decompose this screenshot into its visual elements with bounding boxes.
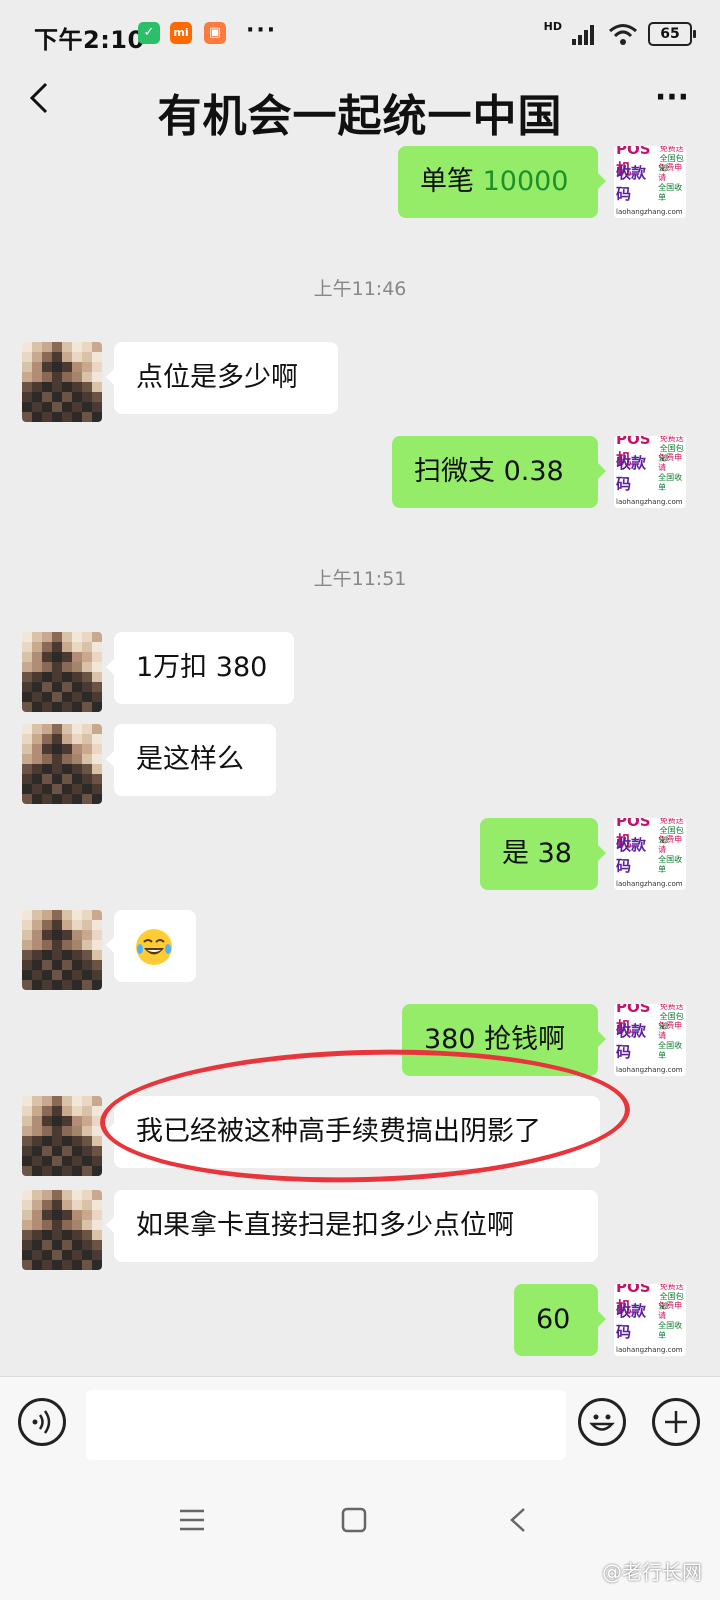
menu-icon[interactable] [178, 1508, 206, 1532]
message-text: 是这样么 [136, 744, 244, 775]
message-bubble-out[interactable]: 单笔 10000 [398, 146, 606, 218]
emoji-icon[interactable] [578, 1398, 626, 1446]
message-text: 是 38 [502, 838, 572, 869]
shop-icon: ▣ [204, 22, 226, 44]
contact-avatar[interactable] [22, 910, 102, 990]
plus-icon[interactable] [652, 1398, 700, 1446]
ad-url: laohangzhang.com [616, 1346, 683, 1354]
my-avatar[interactable]: POS机 免费送 全国包邮 收款码 免费申请 全国收单 laohangzhang.com [614, 1004, 686, 1076]
contact-avatar[interactable] [22, 632, 102, 712]
ad-url: laohangzhang.com [616, 1066, 683, 1074]
status-time: 下午2:10 [34, 26, 145, 54]
message-bubble-in[interactable]: 点位是多少啊 [106, 342, 338, 414]
ad-line2: 收款码 [616, 836, 647, 875]
contact-avatar[interactable] [22, 1190, 102, 1270]
message-text: 60 [536, 1304, 571, 1335]
message-bubble-in[interactable]: 如果拿卡直接扫是扣多少点位啊 [106, 1190, 598, 1262]
my-avatar[interactable]: POS机 免费送 全国包邮 收款码 免费申请 全国收单 laohangzhang.com [614, 436, 686, 508]
contact-avatar[interactable] [22, 724, 102, 804]
mi-icon: mi [170, 22, 192, 44]
home-icon[interactable] [340, 1506, 368, 1534]
my-avatar[interactable]: POS机 免费送 全国包邮 收款码 免费申请 全国收单 laohangzhang.com [614, 146, 686, 218]
ad-line2: 收款码 [616, 1022, 647, 1061]
timestamp: 上午11:51 [313, 568, 407, 590]
ad-url: laohangzhang.com [616, 498, 683, 506]
ad-line2-side: 免费申请 全国收单 [658, 163, 683, 202]
ad-line2: 收款码 [616, 164, 647, 203]
ad-line2: 收款码 [616, 1302, 647, 1341]
nav-back-icon[interactable] [506, 1506, 530, 1534]
timestamp: 上午11:46 [313, 278, 407, 300]
wifi-icon [609, 24, 637, 45]
shield-icon: ✓ [138, 22, 160, 44]
message-text: 如果拿卡直接扫是扣多少点位啊 [136, 1210, 514, 1241]
signal-icon [572, 25, 594, 45]
chat-title: 有机会一起统一中国 [157, 91, 563, 142]
my-avatar[interactable]: POS机 免费送 全国包邮 收款码 免费申请 全国收单 laohangzhang.com [614, 1284, 686, 1356]
message-number: 10000 [482, 166, 569, 197]
watermark: @老行长网 [602, 1560, 702, 1584]
laughing-tears-emoji-icon [136, 928, 172, 965]
my-avatar[interactable]: POS机 免费送 全国包邮 收款码 免费申请 全国收单 laohangzhang.com [614, 818, 686, 890]
status-bar: 下午2:10 ✓ mi ▣ ··· HD 65 [0, 0, 720, 70]
message-bubble-out[interactable]: 60 [514, 1284, 606, 1356]
ad-line2-side: 免费申请 全国收单 [658, 453, 683, 492]
ad-url: laohangzhang.com [616, 880, 683, 888]
contact-avatar[interactable] [22, 342, 102, 422]
message-text: 单笔 [420, 166, 483, 197]
message-bubble-out[interactable]: 是 38 [480, 818, 606, 890]
more-icon[interactable]: ··· [652, 78, 692, 118]
contact-avatar[interactable] [22, 1096, 102, 1176]
message-input[interactable] [86, 1390, 566, 1460]
message-text: 扫微支 0.38 [414, 456, 564, 487]
voice-icon[interactable] [18, 1398, 66, 1446]
message-bubble-in[interactable] [106, 910, 196, 982]
network-type: HD [543, 19, 562, 33]
status-right: HD 65 [543, 18, 696, 50]
message-text: 点位是多少啊 [136, 362, 298, 393]
ad-url: laohangzhang.com [616, 208, 683, 216]
ad-line2: 收款码 [616, 454, 647, 493]
message-bubble-in[interactable]: 1万扣 380 [106, 632, 294, 704]
message-bubble-in[interactable]: 是这样么 [106, 724, 276, 796]
ad-line2-side: 免费申请 全国收单 [658, 1301, 683, 1340]
battery-icon: 65 [648, 22, 696, 46]
message-bubble-out[interactable]: 扫微支 0.38 [392, 436, 606, 508]
ad-line2-side: 免费申请 全国收单 [658, 1021, 683, 1060]
message-text: 1万扣 380 [136, 652, 268, 683]
ad-line2-side: 免费申请 全国收单 [658, 835, 683, 874]
status-more-icon: ··· [246, 18, 278, 43]
